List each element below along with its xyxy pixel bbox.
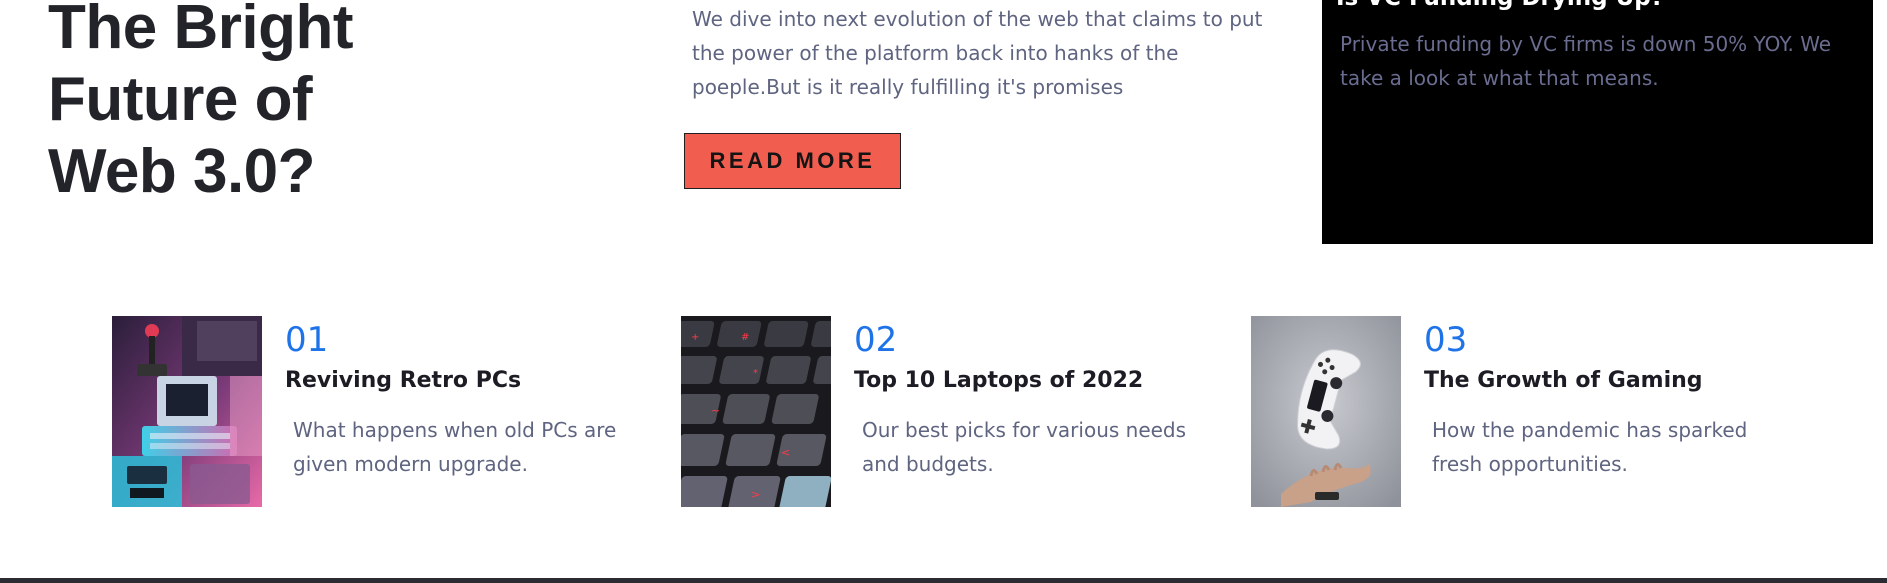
- article-number: 01: [285, 320, 329, 360]
- article-description: How the pandemic has sparked fresh oppor…: [1432, 418, 1748, 476]
- svg-text:+: +: [691, 332, 699, 343]
- svg-text:>: >: [751, 488, 760, 501]
- article-description: What happens when old PCs are given mode…: [293, 418, 617, 476]
- keyboard-image[interactable]: + # * ~ < >: [681, 316, 831, 507]
- read-more-button[interactable]: READ MORE: [684, 133, 901, 189]
- hero-headline: The Bright Future of Web 3.0?: [48, 0, 353, 206]
- svg-text:#: #: [741, 332, 749, 343]
- article-number: 02: [854, 320, 898, 360]
- svg-text:*: *: [753, 368, 758, 379]
- svg-text:<: <: [781, 446, 790, 459]
- article-title[interactable]: Top 10 Laptops of 2022: [854, 366, 1143, 396]
- retro-computer-image[interactable]: [112, 316, 262, 507]
- article-description: Our best picks for various needs and bud…: [862, 418, 1187, 476]
- article-title[interactable]: The Growth of Gaming: [1424, 366, 1703, 396]
- svg-text:~: ~: [711, 404, 720, 417]
- hero-intro: We dive into next evolution of the web t…: [692, 7, 1263, 99]
- article-number: 03: [1424, 320, 1468, 360]
- side-card-title[interactable]: Is VC Funding Drying Up?: [1336, 0, 1664, 11]
- footer-bar: [0, 578, 1887, 583]
- side-card[interactable]: Is VC Funding Drying Up? Private funding…: [1322, 0, 1873, 244]
- side-card-text: Private funding by VC firms is down 50% …: [1340, 32, 1832, 90]
- article-title[interactable]: Reviving Retro PCs: [285, 366, 521, 396]
- gamepad-image[interactable]: [1251, 316, 1401, 507]
